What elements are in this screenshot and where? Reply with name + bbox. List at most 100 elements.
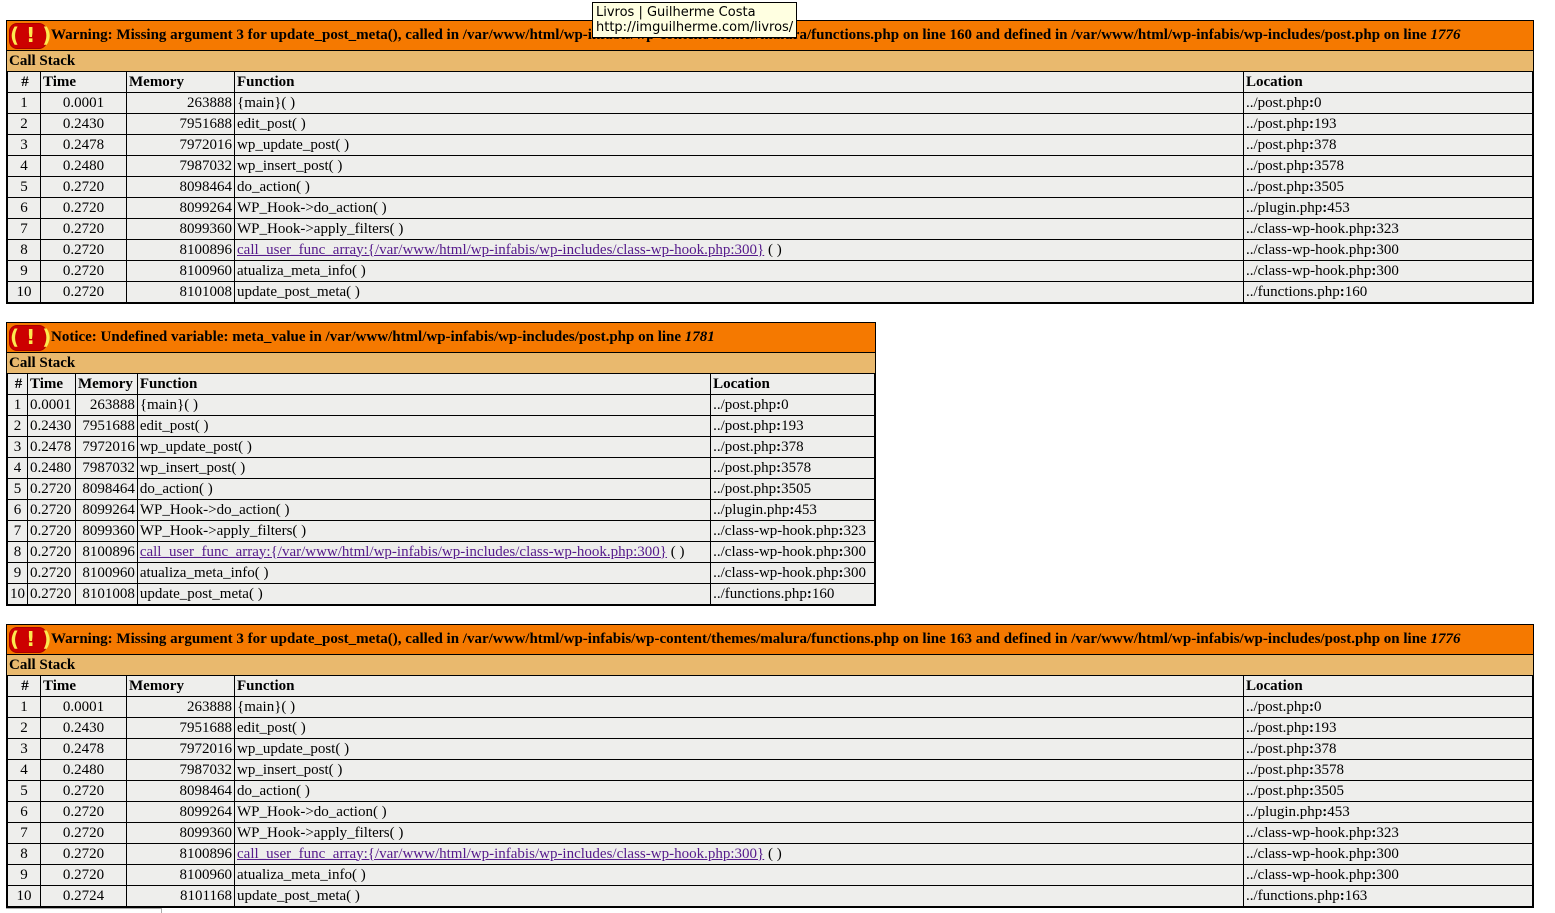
column-header-time: Time [41, 676, 127, 697]
location-line: 3505 [781, 480, 812, 497]
stack-function: call_user_func_array:{/var/www/html/wp-i… [235, 844, 1244, 865]
function-name: do_action( ) [237, 178, 310, 195]
function-doc-link[interactable]: call_user_func_array:{/var/www/html/wp-i… [237, 846, 764, 862]
error-block: ( ! )Notice: Undefined variable: meta_va… [6, 322, 876, 606]
stack-location: ../class-wp-hook.php:300 [1244, 240, 1533, 261]
stack-time: 0.2720 [41, 823, 127, 844]
location-file: ../functions.php [1246, 283, 1340, 300]
stack-row: 10 0.2724 8101168 update_post_meta( ) ../fun… [7, 886, 1533, 907]
location-line: 323 [1376, 220, 1399, 237]
location-line: 300 [843, 543, 867, 560]
location-line: 378 [1313, 740, 1337, 757]
stack-function: wp_update_post( ) [137, 437, 712, 458]
function-name: WP_Hook->apply_filters( ) [237, 220, 404, 237]
stack-row: 7 0.2720 8099360 WP_Hook->apply_filters( ).… [7, 823, 1533, 844]
stack-location: ../functions.php:160 [711, 584, 875, 605]
stack-index: 4 [7, 760, 41, 781]
stack-row: 8 0.2720 8100896 call_user_func_array:{/var… [7, 844, 1533, 865]
function-name: update_post_meta( ) [237, 283, 360, 300]
function-name: edit_post( ) [237, 115, 306, 132]
stack-memory: 7972016 [127, 739, 235, 760]
function-name: wp_insert_post( ) [139, 459, 246, 476]
stack-memory: 8099264 [127, 802, 235, 823]
stack-index: 3 [7, 437, 28, 458]
stack-memory: 263888 [127, 697, 235, 718]
stack-index: 3 [7, 739, 41, 760]
stack-function: update_post_meta( ) [235, 282, 1244, 303]
stack-function: {main}( ) [235, 697, 1244, 718]
location-file: ../post.php [1246, 136, 1309, 153]
function-name: wp_insert_post( ) [237, 761, 343, 778]
stack-row: 5 0.2720 8098464 do_action( ) ../post.php:35… [7, 177, 1533, 198]
location-line: 300 [843, 564, 867, 581]
stack-function: {main}( ) [235, 93, 1244, 114]
stack-row: 9 0.2720 8100960 atualiza_meta_info( ) ../cl… [7, 563, 875, 584]
function-name: edit_post( ) [139, 417, 209, 434]
column-header-time: Time [28, 374, 76, 395]
location-file: ../functions.php [713, 585, 807, 602]
stack-time: 0.0001 [28, 395, 76, 416]
stack-index: 6 [7, 198, 41, 219]
call-stack-label: Call Stack [7, 51, 1533, 72]
stack-time: 0.2478 [41, 739, 127, 760]
stack-function: do_action( ) [235, 177, 1244, 198]
location-line: 300 [1376, 262, 1399, 279]
column-header-memory: Memory [75, 374, 138, 395]
stack-location: ../post.php:3505 [1244, 177, 1533, 198]
stack-function: atualiza_meta_info( ) [235, 865, 1244, 886]
stack-function: edit_post( ) [235, 718, 1244, 739]
stack-index: 9 [7, 865, 41, 886]
stack-memory: 8099264 [75, 500, 138, 521]
stack-row: 2 0.2430 7951688 edit_post( ) ../post.php:19… [7, 718, 1533, 739]
tooltip-title: Livros | Guilherme Costa [596, 5, 756, 20]
error-line-number: 1776 [1430, 631, 1461, 647]
stack-function: WP_Hook->apply_filters( ) [137, 521, 712, 542]
stack-index: 4 [7, 156, 41, 177]
stack-memory: 7951688 [75, 416, 138, 437]
stack-function: atualiza_meta_info( ) [235, 261, 1244, 282]
location-line: 378 [1313, 136, 1337, 153]
stack-location: ../post.php:0 [711, 395, 875, 416]
stack-time: 0.2720 [41, 844, 127, 865]
location-line: 193 [781, 417, 804, 434]
column-header-location: Location [1244, 676, 1533, 697]
stack-location: ../class-wp-hook.php:300 [1244, 261, 1533, 282]
stack-time: 0.2720 [28, 563, 76, 584]
function-name: WP_Hook->apply_filters( ) [139, 522, 307, 539]
location-file: ../functions.php [1246, 887, 1340, 904]
stack-location: ../functions.php:163 [1244, 886, 1533, 907]
stack-index: 8 [7, 542, 28, 563]
error-icon: ( ! ) [9, 626, 52, 653]
stack-location: ../post.php:3578 [711, 458, 875, 479]
stack-location: ../post.php:3505 [711, 479, 875, 500]
stack-memory: 7987032 [127, 760, 235, 781]
function-args: ( ) [764, 845, 782, 862]
call-stack-label: Call Stack [7, 655, 1533, 676]
stack-memory: 7972016 [75, 437, 138, 458]
stack-function: edit_post( ) [235, 114, 1244, 135]
location-line: 163 [1344, 887, 1368, 904]
function-name: edit_post( ) [237, 719, 306, 736]
stack-time: 0.2720 [41, 177, 127, 198]
function-name: WP_Hook->do_action( ) [139, 501, 290, 518]
stack-time: 0.2720 [28, 542, 76, 563]
tooltip-url: http://imguilherme.com/livros/ [596, 20, 794, 35]
horizontal-scrollbar[interactable] [6, 908, 162, 913]
location-line: 193 [1313, 719, 1337, 736]
stack-time: 0.2720 [41, 261, 127, 282]
stack-function: WP_Hook->do_action( ) [235, 198, 1244, 219]
location-file: ../post.php [1246, 178, 1309, 195]
location-line: 160 [1344, 283, 1368, 300]
location-file: ../post.php [713, 459, 777, 476]
location-file: ../post.php [713, 396, 777, 413]
stack-location: ../functions.php:160 [1244, 282, 1533, 303]
function-name: atualiza_meta_info( ) [237, 866, 366, 883]
function-doc-link[interactable]: call_user_func_array:{/var/www/html/wp-i… [237, 242, 764, 258]
stack-function: update_post_meta( ) [235, 886, 1244, 907]
location-file: ../plugin.php [1246, 199, 1323, 216]
function-doc-link[interactable]: call_user_func_array:{/var/www/html/wp-i… [140, 544, 667, 560]
location-file: ../class-wp-hook.php [1246, 866, 1372, 883]
error-text: Warning: Missing argument 3 for update_p… [51, 631, 1431, 647]
location-file: ../class-wp-hook.php [1246, 262, 1372, 279]
stack-memory: 8101168 [127, 886, 235, 907]
